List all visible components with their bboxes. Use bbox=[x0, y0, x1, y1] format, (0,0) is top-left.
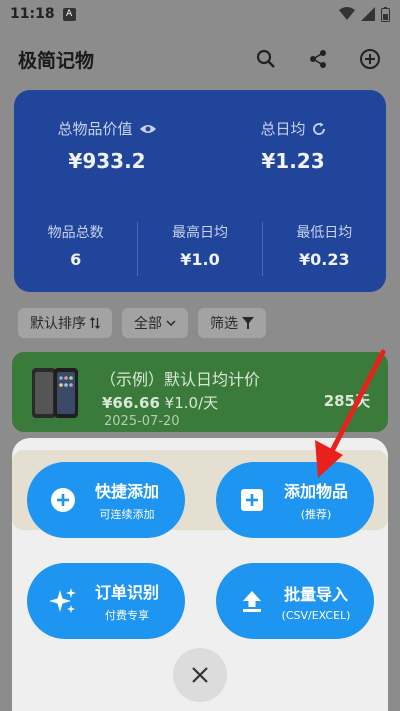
add-circle-icon bbox=[51, 488, 75, 512]
min-daily-label: 最低日均 bbox=[296, 225, 353, 241]
battery-icon bbox=[381, 6, 390, 22]
order-recognition-label: 订单识别 bbox=[94, 583, 159, 602]
count-label: 物品总数 bbox=[47, 225, 104, 241]
min-daily-value: ¥0.23 bbox=[299, 250, 350, 269]
app-title: 极简记物 bbox=[18, 49, 95, 72]
refresh-icon[interactable] bbox=[312, 122, 326, 136]
max-daily-label: 最高日均 bbox=[171, 225, 228, 241]
add-item-label: 添加物品 bbox=[283, 482, 348, 501]
sparkle-icon bbox=[49, 588, 76, 613]
filter-chip[interactable]: 筛选 bbox=[198, 308, 266, 338]
total-daily: ¥1.23 bbox=[261, 149, 325, 173]
order-recognition-sub: 付费专享 bbox=[105, 609, 149, 622]
status-icons bbox=[339, 6, 390, 22]
wifi-icon bbox=[339, 7, 355, 20]
upload-icon bbox=[243, 591, 261, 612]
total-daily-cell: 总日均 ¥1.23 bbox=[200, 90, 386, 190]
batch-import-button[interactable]: 批量导入 (CSV/EXCEL) bbox=[216, 563, 374, 639]
close-icon bbox=[192, 667, 208, 683]
batch-import-sub: (CSV/EXCEL) bbox=[281, 608, 351, 622]
category-label: 全部 bbox=[134, 316, 162, 332]
item-daily: ¥1.0/天 bbox=[164, 394, 219, 412]
quick-add-button[interactable]: 快捷添加 可连续添加 bbox=[27, 462, 185, 538]
notification-badge: A bbox=[62, 7, 76, 21]
funnel-icon bbox=[242, 317, 254, 329]
search-icon[interactable] bbox=[254, 47, 278, 71]
max-daily-value: ¥1.0 bbox=[180, 250, 220, 269]
quick-add-label: 快捷添加 bbox=[94, 482, 159, 501]
eye-icon[interactable] bbox=[139, 123, 157, 135]
count-cell: 物品总数 6 bbox=[14, 222, 139, 276]
count-value: 6 bbox=[70, 250, 82, 269]
item-price: ¥66.66 bbox=[102, 394, 160, 412]
share-icon[interactable] bbox=[306, 47, 330, 71]
total-daily-label: 总日均 bbox=[260, 120, 306, 138]
filter-chips: 默认排序 全部 筛选 bbox=[18, 308, 266, 338]
item-days: 285天 bbox=[323, 392, 370, 410]
status-bar: 11:18 A bbox=[0, 0, 400, 28]
close-sheet-button[interactable] bbox=[173, 648, 227, 702]
add-item-button[interactable]: 添加物品 (推荐) bbox=[216, 462, 374, 538]
batch-import-label: 批量导入 bbox=[283, 584, 348, 604]
add-circle-icon[interactable] bbox=[358, 47, 382, 71]
phone-thumbnail-icon bbox=[32, 368, 78, 418]
total-value-label: 总物品价值 bbox=[57, 120, 133, 138]
sort-label: 默认排序 bbox=[30, 316, 86, 332]
chevron-down-icon bbox=[166, 320, 176, 326]
filter-label: 筛选 bbox=[210, 316, 238, 332]
signal-icon bbox=[361, 7, 375, 21]
total-value-cell: 总物品价值 ¥933.2 bbox=[14, 90, 200, 190]
item-price-line: ¥66.66 ¥1.0/天 bbox=[102, 392, 218, 413]
status-time: 11:18 bbox=[10, 6, 55, 22]
item-card[interactable]: （示例）默认日均计价 ¥66.66 ¥1.0/天 2025-07-20 285天 bbox=[12, 352, 388, 432]
item-title: （示例）默认日均计价 bbox=[100, 370, 261, 389]
total-value: ¥933.2 bbox=[68, 149, 146, 173]
add-item-sub: (推荐) bbox=[300, 508, 332, 521]
sort-chip[interactable]: 默认排序 bbox=[18, 308, 112, 338]
order-recognition-button[interactable]: 订单识别 付费专享 bbox=[27, 563, 185, 639]
category-chip[interactable]: 全部 bbox=[122, 308, 188, 338]
summary-card: 总物品价值 ¥933.2 总日均 ¥1.23 物品总数 6 最高日均 ¥1.0 … bbox=[14, 90, 386, 292]
max-daily-cell: 最高日均 ¥1.0 bbox=[138, 222, 263, 276]
quick-add-sub: 可连续添加 bbox=[99, 508, 155, 521]
app-bar: 极简记物 bbox=[0, 38, 400, 80]
min-daily-cell: 最低日均 ¥0.23 bbox=[263, 222, 386, 276]
sort-icon bbox=[90, 317, 100, 329]
add-box-icon bbox=[241, 489, 263, 511]
item-date: 2025-07-20 bbox=[104, 414, 180, 429]
